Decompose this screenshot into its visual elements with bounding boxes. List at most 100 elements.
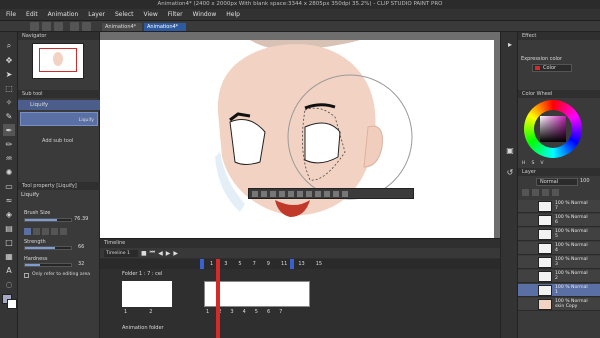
zoom-icon[interactable]: ⌕ (3, 40, 15, 52)
airbrush-icon[interactable]: ✺ (3, 166, 15, 178)
navigator-preview[interactable] (32, 43, 84, 79)
launcher-invert-icon[interactable] (288, 190, 294, 197)
stop-icon[interactable]: ■ (141, 250, 147, 257)
redo-icon[interactable] (82, 22, 91, 31)
strength-slider[interactable] (24, 246, 72, 250)
launcher-transform-icon[interactable] (315, 190, 321, 197)
menu-view[interactable]: View (144, 11, 158, 18)
balloon-icon[interactable]: ◌ (3, 278, 15, 290)
figure-icon[interactable]: □ (3, 236, 15, 248)
menu-filter[interactable]: Filter (168, 11, 183, 18)
tab-animation4-active[interactable]: Animation4* (144, 23, 186, 31)
menu-select[interactable]: Select (115, 11, 134, 18)
timeline-panel: Timeline Timeline 1 ■ ⏮ ◀ ▶ ▶ 1 3 5 7 9 … (100, 238, 500, 338)
pen-icon[interactable]: ✒ (3, 124, 15, 136)
track-animation-folder[interactable]: Animation folder (122, 325, 164, 331)
lock-icon[interactable] (552, 189, 559, 196)
pinch-mode-icon[interactable] (42, 228, 49, 235)
layer-row[interactable]: 100 % Normal 5 (518, 228, 600, 241)
launcher-copy-icon[interactable] (270, 190, 276, 197)
pull-mode-icon[interactable] (60, 228, 67, 235)
layer-row[interactable]: 100 % Normal 4 (518, 242, 600, 255)
opacity-value[interactable]: 100 (580, 178, 590, 184)
timeline-select[interactable]: Timeline 1 (104, 249, 138, 257)
expand-mode-icon[interactable] (33, 228, 40, 235)
hardness-slider[interactable] (24, 263, 72, 267)
operation-icon[interactable]: ➤ (3, 68, 15, 80)
prev-frame-icon[interactable]: ◀ (158, 250, 163, 257)
fill-icon[interactable]: ◈ (3, 208, 15, 220)
strength-value[interactable]: 66 (78, 244, 84, 250)
panel-toggle-icon[interactable]: ▸ (504, 38, 516, 50)
auto-select-icon[interactable]: ✧ (3, 96, 15, 108)
subtool-item[interactable]: Liquify (20, 112, 98, 126)
reference-icon[interactable] (532, 189, 539, 196)
menu-animation[interactable]: Animation (48, 11, 79, 18)
loop-end-marker[interactable] (290, 259, 294, 269)
window-title: Animation4* (2400 x 2000px With blank sp… (0, 0, 600, 9)
add-subtool-button[interactable]: Add sub tool (42, 138, 73, 144)
canvas-area[interactable] (100, 32, 500, 238)
eyedropper-icon[interactable]: ✎ (3, 110, 15, 122)
layer-row[interactable]: 100 % Normal 3 (518, 256, 600, 269)
hsv-readout: H S V (522, 161, 544, 166)
menu-edit[interactable]: Edit (26, 11, 38, 18)
launcher-expand-icon[interactable] (297, 190, 303, 197)
selection-icon[interactable]: ⬚ (3, 82, 15, 94)
launcher-settings-icon[interactable] (342, 190, 348, 197)
layer-row-selected[interactable]: 100 % Normal 1 (518, 284, 600, 297)
push-mode-icon[interactable] (24, 228, 31, 235)
layer-row[interactable]: 100 % Normal 2 (518, 270, 600, 283)
gradient-icon[interactable]: ▤ (3, 222, 15, 234)
track-folder-label[interactable]: Folder 1 : 7 : cel (122, 271, 162, 277)
eraser-icon[interactable]: ▭ (3, 180, 15, 192)
launcher-tone-icon[interactable] (333, 190, 339, 197)
sub-color-swatch[interactable] (7, 299, 17, 309)
frame-icon[interactable]: ▦ (3, 250, 15, 262)
launcher-shrink-icon[interactable] (306, 190, 312, 197)
timeline-header: Timeline (100, 239, 500, 247)
layer-row[interactable]: 100 % Normal skin Copy (518, 298, 600, 311)
loop-start-marker[interactable] (200, 259, 204, 269)
tab-animation4[interactable]: Animation4* (102, 23, 142, 31)
brush-size-slider[interactable] (24, 218, 72, 222)
launcher-cut-icon[interactable] (261, 190, 267, 197)
undo-icon[interactable] (70, 22, 79, 31)
play-icon[interactable]: ▶ (166, 250, 171, 257)
frame-number: 3 (224, 261, 228, 267)
next-frame-icon[interactable]: ▶ (173, 250, 178, 257)
brush-icon[interactable]: ♒ (3, 152, 15, 164)
layer-row[interactable]: 100 % Normal 6 (518, 214, 600, 227)
new-file-icon[interactable] (30, 22, 39, 31)
pencil-icon[interactable]: ✏ (3, 138, 15, 150)
open-icon[interactable] (42, 22, 51, 31)
menu-file[interactable]: File (6, 11, 16, 18)
launcher-clear-icon[interactable] (252, 190, 258, 197)
canvas-drawing[interactable] (100, 32, 500, 238)
move-icon[interactable]: ✥ (3, 54, 15, 66)
clip-icon[interactable] (522, 189, 529, 196)
blend-icon[interactable]: ≈ (3, 194, 15, 206)
playhead[interactable] (216, 259, 220, 338)
history-icon[interactable]: ↺ (504, 166, 516, 178)
color-wheel-ring[interactable] (524, 100, 582, 158)
subtool-selected[interactable]: Liquify (18, 100, 100, 110)
launcher-fill-icon[interactable] (324, 190, 330, 197)
blend-mode-select[interactable]: Normal (536, 178, 578, 186)
brush-size-value[interactable]: 76.39 (74, 216, 88, 222)
swatch-icon[interactable]: ▣ (504, 144, 516, 156)
only-editing-area-checkbox[interactable] (24, 273, 29, 278)
saturation-value-square[interactable] (540, 116, 566, 142)
layer-row[interactable]: 100 % Normal 7 (518, 200, 600, 213)
save-icon[interactable] (54, 22, 63, 31)
twist-mode-icon[interactable] (51, 228, 58, 235)
menu-layer[interactable]: Layer (88, 11, 105, 18)
menu-help[interactable]: Help (226, 11, 240, 18)
cel-label: 5 (254, 309, 258, 315)
menu-window[interactable]: Window (193, 11, 217, 18)
first-frame-icon[interactable]: ⏮ (150, 249, 155, 257)
draft-icon[interactable] (542, 189, 549, 196)
hardness-value[interactable]: 32 (78, 261, 84, 267)
text-icon[interactable]: A (3, 264, 15, 276)
launcher-paste-icon[interactable] (279, 190, 285, 197)
